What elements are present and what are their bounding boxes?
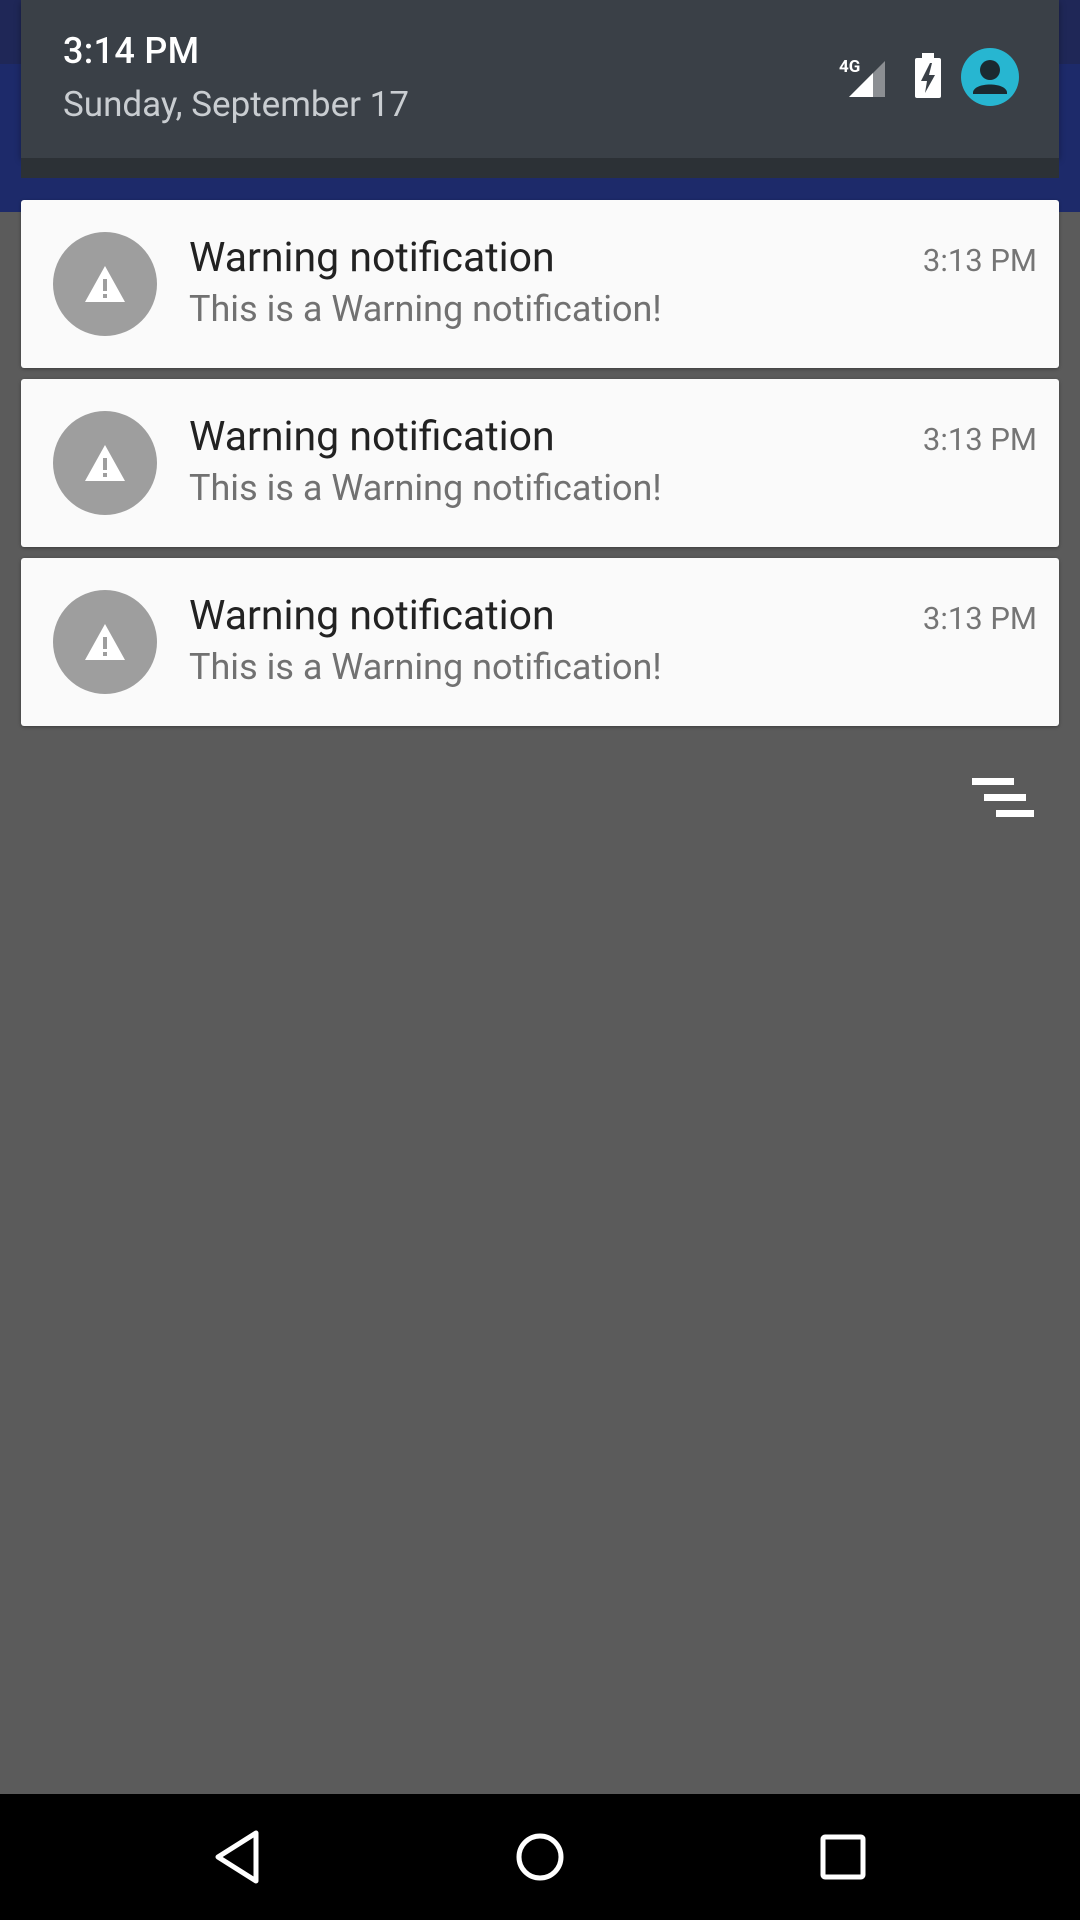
header-date[interactable]: Sunday, September 17 [63, 84, 409, 125]
notification-time: 3:13 PM [922, 421, 1037, 458]
notification-text: This is a Warning notification! [189, 288, 662, 330]
header-clock: 3:14 PM [63, 30, 200, 72]
home-icon [516, 1833, 564, 1881]
signal-4g-icon: 4G [839, 51, 895, 103]
warning-icon [53, 590, 157, 694]
recents-button[interactable] [810, 1824, 876, 1890]
header-shadow-bar [21, 158, 1059, 178]
notification-title: Warning notification [189, 592, 555, 640]
navigation-bar [0, 1794, 1080, 1920]
clear-all-icon [972, 778, 1034, 817]
warning-icon [53, 232, 157, 336]
notification-card[interactable]: Warning notification This is a Warning n… [21, 558, 1059, 726]
clear-all-button[interactable] [972, 776, 1038, 824]
notification-text: This is a Warning notification! [189, 646, 662, 688]
battery-charging-icon [913, 51, 943, 103]
header-status-icons: 4G [839, 48, 1019, 106]
notification-text: This is a Warning notification! [189, 467, 662, 509]
notification-time: 3:13 PM [922, 242, 1037, 279]
recents-icon [820, 1834, 866, 1880]
notification-card[interactable]: Warning notification This is a Warning n… [21, 200, 1059, 368]
home-button[interactable] [507, 1824, 573, 1890]
notification-card[interactable]: Warning notification This is a Warning n… [21, 379, 1059, 547]
back-icon [215, 1830, 259, 1884]
notification-title: Warning notification [189, 413, 555, 461]
user-avatar-icon[interactable] [961, 48, 1019, 106]
notification-title: Warning notification [189, 234, 555, 282]
notification-time: 3:13 PM [922, 600, 1037, 637]
quick-settings-header[interactable]: 3:14 PM Sunday, September 17 4G [21, 0, 1059, 158]
warning-icon [53, 411, 157, 515]
back-button[interactable] [204, 1824, 270, 1890]
